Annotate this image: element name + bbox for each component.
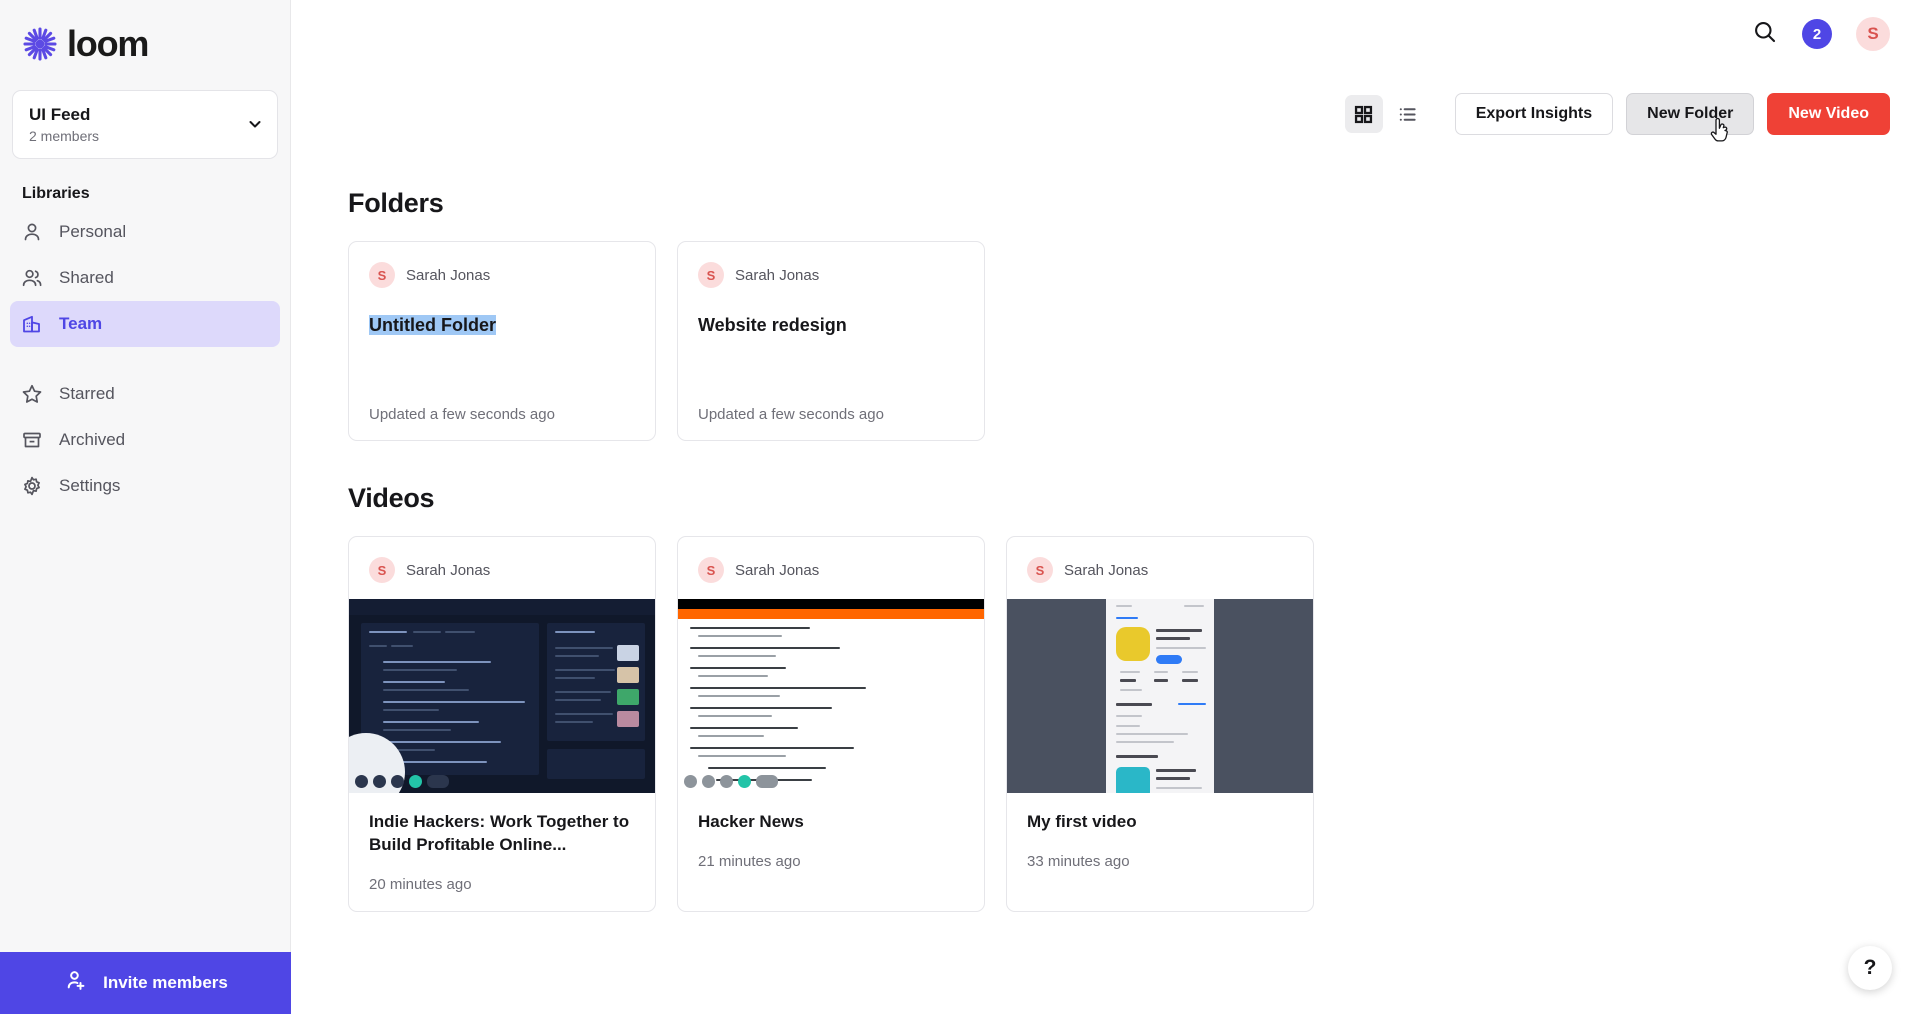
avatar: S [369, 262, 395, 288]
sidebar-item-team[interactable]: Team [10, 301, 280, 348]
add-person-icon [63, 968, 88, 998]
video-card[interactable]: S Sarah Jonas [1006, 536, 1314, 912]
folder-card[interactable]: S Sarah Jonas Website redesign Updated a… [677, 241, 985, 441]
person-icon [21, 221, 43, 243]
avatar: S [698, 557, 724, 583]
export-insights-button[interactable]: Export Insights [1454, 93, 1614, 135]
video-title: Indie Hackers: Work Together to Build Pr… [369, 812, 630, 854]
invite-members-label: Invite members [103, 973, 228, 992]
sidebar-item-label: Archived [59, 430, 126, 450]
sidebar-item-archived[interactable]: Archived [10, 417, 280, 463]
recording-controls[interactable] [355, 775, 449, 788]
video-title: My first video [1027, 812, 1137, 831]
loom-starburst-icon [22, 26, 58, 62]
folder-owner: S Sarah Jonas [369, 262, 635, 288]
video-owner: S Sarah Jonas [678, 537, 984, 599]
folder-title[interactable]: Website redesign [698, 315, 964, 336]
video-thumbnail[interactable] [349, 599, 655, 793]
owner-name: Sarah Jonas [406, 561, 491, 579]
video-time: 21 minutes ago [698, 852, 801, 870]
folders-grid: S Sarah Jonas Untitled Folder Updated a … [348, 241, 1920, 441]
new-folder-button[interactable]: New Folder [1626, 93, 1755, 142]
star-icon [21, 383, 43, 405]
library-content: Folders S Sarah Jonas Untitled Folder Up… [291, 135, 1920, 912]
video-meta: Hacker News [678, 793, 984, 834]
sidebar-item-shared[interactable]: Shared [10, 255, 280, 301]
sidebar-item-starred[interactable]: Starred [10, 371, 280, 417]
archive-box-icon [21, 429, 43, 451]
libraries-label: Libraries [22, 185, 90, 203]
owner-name: Sarah Jonas [1064, 561, 1149, 579]
view-toggle-group [1344, 95, 1427, 133]
avatar[interactable]: S [1856, 17, 1890, 51]
workspace-name: UI Feed [29, 105, 91, 124]
new-folder-label: New Folder [1647, 105, 1734, 122]
sidebar-item-label: Personal [59, 222, 127, 242]
people-icon [21, 267, 43, 289]
invite-members-button[interactable]: Invite members [0, 952, 291, 1014]
avatar: S [369, 557, 395, 583]
sidebar-item-personal[interactable]: Personal [10, 209, 280, 255]
notification-badge[interactable]: 2 [1802, 19, 1832, 49]
videos-heading: Videos [348, 483, 435, 513]
grid-view-icon[interactable] [1344, 95, 1383, 133]
main-content: 2 S Export Insights New Folder New Video… [291, 0, 1920, 1014]
brand-logo[interactable]: loom [0, 0, 290, 68]
avatar: S [698, 262, 724, 288]
sidebar-item-label: Settings [59, 476, 121, 496]
sidebar-item-label: Team [59, 314, 103, 334]
workspace-switcher[interactable]: UI Feed 2 members [12, 90, 278, 160]
video-title: Hacker News [698, 812, 804, 831]
search-icon[interactable] [1752, 19, 1778, 50]
folder-updated: Updated a few seconds ago [698, 406, 884, 423]
action-toolbar: Export Insights New Folder New Video [291, 68, 1920, 142]
sidebar: loom UI Feed 2 members Libraries Persona… [0, 0, 291, 1014]
recording-controls[interactable] [684, 775, 778, 788]
video-thumbnail[interactable] [1007, 599, 1313, 793]
video-owner: S Sarah Jonas [1007, 537, 1313, 599]
top-bar: 2 S [291, 0, 1920, 68]
question-mark-icon: ? [1863, 956, 1877, 979]
folder-title-text: Untitled Folder [369, 315, 496, 335]
owner-name: Sarah Jonas [735, 266, 820, 284]
avatar: S [1027, 557, 1053, 583]
folder-card[interactable]: S Sarah Jonas Untitled Folder Updated a … [348, 241, 656, 441]
chevron-down-icon [247, 116, 263, 132]
new-video-button[interactable]: New Video [1767, 93, 1890, 135]
video-card[interactable]: S Sarah Jonas [677, 536, 985, 912]
video-card[interactable]: S Sarah Jonas [348, 536, 656, 912]
nav-divider-space [0, 347, 290, 371]
video-meta: My first video [1007, 793, 1313, 834]
video-owner: S Sarah Jonas [349, 537, 655, 599]
sidebar-item-settings[interactable]: Settings [10, 463, 280, 509]
video-time: 20 minutes ago [369, 875, 472, 893]
owner-name: Sarah Jonas [735, 561, 820, 579]
folder-updated: Updated a few seconds ago [369, 406, 555, 423]
sidebar-item-label: Shared [59, 268, 114, 288]
brand-name: loom [67, 23, 149, 64]
folder-title[interactable]: Untitled Folder [369, 315, 635, 336]
videos-grid: S Sarah Jonas Indie Hackers: Work Togeth… [348, 536, 1920, 912]
loom-library-page: loom UI Feed 2 members Libraries Persona… [0, 0, 1920, 1014]
list-view-icon[interactable] [1389, 95, 1427, 133]
owner-name: Sarah Jonas [406, 266, 491, 284]
video-thumbnail[interactable] [678, 599, 984, 793]
gear-icon [21, 475, 43, 497]
folders-heading: Folders [348, 188, 444, 218]
building-icon [21, 313, 43, 335]
video-meta: Indie Hackers: Work Together to Build Pr… [349, 793, 655, 857]
folder-owner: S Sarah Jonas [698, 262, 964, 288]
sidebar-item-label: Starred [59, 384, 115, 404]
workspace-members: 2 members [29, 128, 100, 145]
video-time: 33 minutes ago [1027, 852, 1130, 870]
help-button[interactable]: ? [1848, 946, 1892, 990]
